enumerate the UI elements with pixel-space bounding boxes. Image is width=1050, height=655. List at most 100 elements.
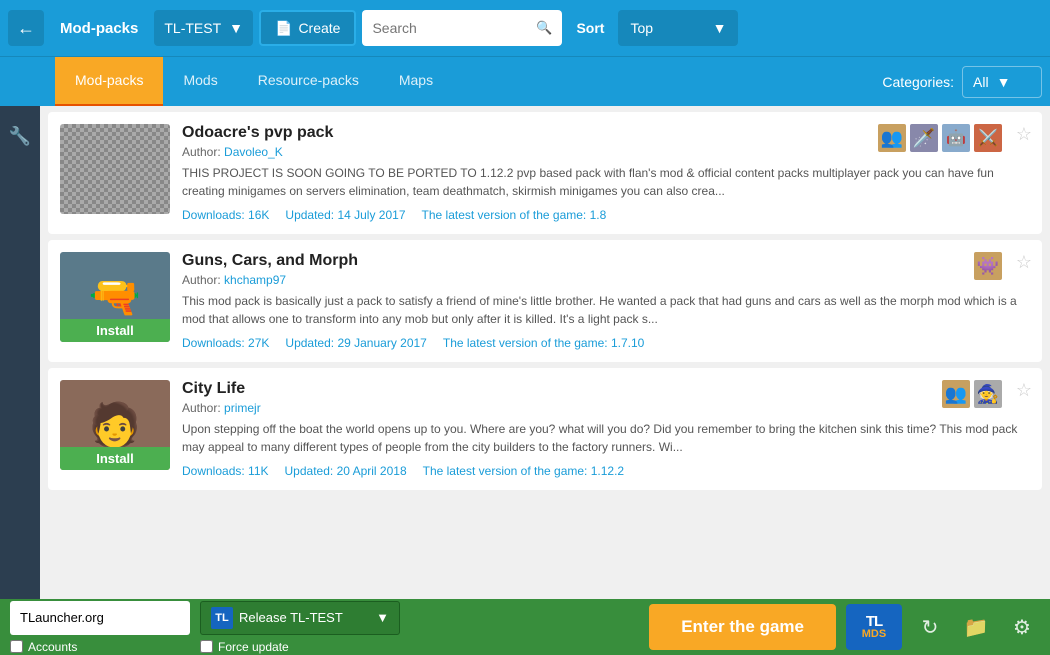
pack-icons: 👥 🧙 <box>942 380 1002 408</box>
accounts-checkbox[interactable] <box>10 640 23 653</box>
city-image: 🧑 <box>89 401 141 450</box>
create-button[interactable]: 📄 Create <box>259 10 356 46</box>
top-label: Top <box>630 20 653 36</box>
downloads-label: Downloads: 16K <box>182 208 269 222</box>
updated-label: Updated: 20 April 2018 <box>285 464 407 478</box>
pack-thumbnail <box>60 124 170 214</box>
downloads-value: 11K <box>248 464 268 478</box>
pack-icons: 👾 <box>974 252 1002 280</box>
pack-thumbnail: 🔫 Install <box>60 252 170 342</box>
pack-icon-sword: 🗡️ <box>910 124 938 152</box>
release-icon-text: TL <box>215 612 228 624</box>
pack-author-link[interactable]: primejr <box>224 401 261 415</box>
pack-item: Odoacre's pvp pack Author: Davoleo_K THI… <box>48 112 1042 234</box>
pack-meta: Downloads: 11K Updated: 20 April 2018 Th… <box>182 464 1030 478</box>
tab-resource-packs-label: Resource-packs <box>258 72 359 88</box>
version-label: The latest version of the game: 1.7.10 <box>443 336 644 350</box>
tab-modpacks-label: Mod-packs <box>75 72 143 88</box>
downloads-label: Downloads: 27K <box>182 336 269 350</box>
pack-thumbnail: 🧑 Install <box>60 380 170 470</box>
gun-image: 🔫 <box>89 273 141 322</box>
sort-label: Sort <box>568 20 612 36</box>
create-label: Create <box>298 20 340 36</box>
release-label: Release TL-TEST <box>239 610 343 625</box>
settings-button[interactable]: ⚙ <box>1004 609 1040 645</box>
enter-game-label: Enter the game <box>681 617 804 636</box>
content-list: Odoacre's pvp pack Author: Davoleo_K THI… <box>40 106 1050 599</box>
downloads-label: Downloads: 11K <box>182 464 269 478</box>
version-label: TL-TEST <box>164 20 221 36</box>
pack-icons: 👥 🗡️ 🤖 ⚔️ <box>878 124 1002 152</box>
pack-author: Author: khchamp97 <box>182 273 1030 287</box>
refresh-icon: ↻ <box>922 615 939 640</box>
tab-mods[interactable]: Mods <box>163 57 237 107</box>
pack-description: This mod pack is basically just a pack t… <box>182 292 1030 328</box>
favorite-button[interactable]: ☆ <box>1016 124 1032 145</box>
accounts-checkbox-row: Accounts <box>10 640 190 654</box>
pack-meta: Downloads: 16K Updated: 14 July 2017 The… <box>182 208 1030 222</box>
accounts-label: Accounts <box>28 640 77 654</box>
top-selector[interactable]: Top ▼ <box>618 10 738 46</box>
pack-icon-robot: 🤖 <box>942 124 970 152</box>
force-update-checkbox-row: Force update <box>200 640 400 654</box>
pack-item: 🧑 Install City Life Author: primejr Upon… <box>48 368 1042 490</box>
settings-icon: ⚙ <box>1013 615 1031 640</box>
updated-value: 20 April 2018 <box>337 464 407 478</box>
pack-author-link[interactable]: Davoleo_K <box>224 145 283 159</box>
pack-title: City Life <box>182 380 1030 398</box>
back-icon: ← <box>17 18 35 39</box>
search-input[interactable] <box>372 20 530 36</box>
favorite-button[interactable]: ☆ <box>1016 252 1032 273</box>
search-box[interactable]: 🔍 <box>362 10 562 46</box>
version-label: The latest version of the game: 1.12.2 <box>423 464 624 478</box>
pack-meta: Downloads: 27K Updated: 29 January 2017 … <box>182 336 1030 350</box>
version-value: 1.8 <box>590 208 607 222</box>
updated-value: 14 July 2017 <box>337 208 405 222</box>
install-button[interactable]: Install <box>60 319 170 342</box>
chevron-down-icon: ▼ <box>713 20 727 36</box>
version-selector[interactable]: TL-TEST ▼ <box>154 10 253 46</box>
pack-author-link[interactable]: khchamp97 <box>224 273 286 287</box>
tl-logo-tl: TL <box>866 614 882 629</box>
pack-description: Upon stepping off the boat the world ope… <box>182 420 1030 456</box>
chevron-down-icon: ▼ <box>376 610 389 625</box>
pack-description: THIS PROJECT IS SOON GOING TO BE PORTED … <box>182 164 1030 200</box>
tl-logo: TL MDS <box>846 604 902 650</box>
tab-resource-packs[interactable]: Resource-packs <box>238 57 379 107</box>
pack-title: Guns, Cars, and Morph <box>182 252 1030 270</box>
pack-info: Guns, Cars, and Morph Author: khchamp97 … <box>182 252 1030 350</box>
back-button[interactable]: ← <box>8 10 44 46</box>
pack-icon-creeper: 👾 <box>974 252 1002 280</box>
categories-selector[interactable]: All ▼ <box>962 66 1042 98</box>
force-update-checkbox[interactable] <box>200 640 213 653</box>
top-bar: ← Mod-packs TL-TEST ▼ 📄 Create 🔍 Sort To… <box>0 0 1050 56</box>
force-update-label: Force update <box>218 640 289 654</box>
release-selector[interactable]: TL Release TL-TEST ▼ <box>200 601 400 635</box>
pack-info: City Life Author: primejr Upon stepping … <box>182 380 1030 478</box>
create-icon: 📄 <box>275 20 292 37</box>
search-icon: 🔍 <box>536 20 552 36</box>
nav-bar: 🔧 Mod-packs Mods Resource-packs Maps Cat… <box>0 56 1050 106</box>
folder-button[interactable]: 📁 <box>958 609 994 645</box>
url-and-accounts: Accounts <box>10 601 190 654</box>
refresh-button[interactable]: ↻ <box>912 609 948 645</box>
modpacks-label: Mod-packs <box>50 20 148 37</box>
version-value: 1.7.10 <box>611 336 644 350</box>
favorite-button[interactable]: ☆ <box>1016 380 1032 401</box>
sidebar-wrench-icon[interactable]: 🔧 <box>9 116 31 157</box>
downloads-value: 27K <box>248 336 269 350</box>
updated-label: Updated: 29 January 2017 <box>285 336 426 350</box>
url-input[interactable] <box>10 601 190 635</box>
release-and-force: TL Release TL-TEST ▼ Force update <box>200 601 400 654</box>
tab-modpacks[interactable]: Mod-packs <box>55 57 163 107</box>
downloads-value: 16K <box>248 208 269 222</box>
chevron-down-icon: ▼ <box>229 20 243 36</box>
install-button[interactable]: Install <box>60 447 170 470</box>
folder-icon: 📁 <box>964 615 989 640</box>
updated-label: Updated: 14 July 2017 <box>285 208 405 222</box>
enter-game-button[interactable]: Enter the game <box>649 604 836 650</box>
tab-maps[interactable]: Maps <box>379 57 453 107</box>
tab-maps-label: Maps <box>399 72 433 88</box>
tab-mods-label: Mods <box>183 72 217 88</box>
pack-item: 🔫 Install Guns, Cars, and Morph Author: … <box>48 240 1042 362</box>
